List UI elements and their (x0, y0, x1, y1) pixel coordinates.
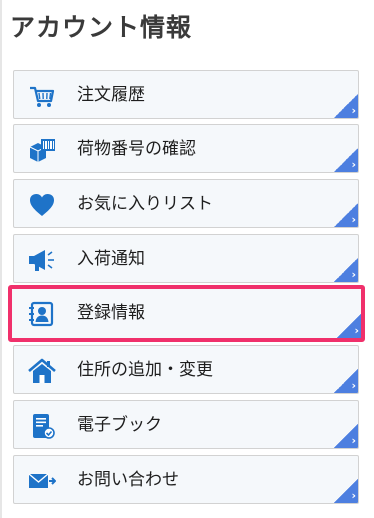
menu-item-stock-notification[interactable]: 入荷通知 › (13, 234, 359, 283)
heart-icon (30, 194, 54, 216)
menu-item-label: お問い合わせ (77, 470, 179, 490)
menu-item-favorites[interactable]: お気に入りリスト › (13, 179, 359, 228)
corner-arrow-badge: › (337, 314, 361, 338)
menu-item-ebook[interactable]: 電子ブック › (13, 400, 359, 449)
menu-item-label: お気に入りリスト (77, 194, 213, 214)
chevron-right-icon: › (351, 104, 356, 117)
contact-card-icon (29, 301, 54, 327)
corner-arrow-badge: › (334, 369, 358, 393)
account-menu: 注文履歴 › 荷物番号の確認 › お気に入りリスト › 入荷通知 › 登録情報 … (0, 0, 374, 518)
menu-item-registration-info[interactable]: 登録情報 › (8, 285, 365, 342)
chevron-right-icon: › (351, 158, 356, 171)
house-icon (28, 358, 56, 383)
megaphone-icon (29, 250, 54, 271)
chevron-right-icon: › (351, 489, 356, 502)
shopping-cart-icon (30, 86, 55, 107)
chevron-right-icon: › (351, 213, 356, 226)
corner-arrow-badge: › (334, 148, 358, 172)
corner-arrow-badge: › (334, 94, 358, 118)
corner-arrow-badge: › (334, 203, 358, 227)
chevron-right-icon: › (351, 268, 356, 281)
menu-item-label: 入荷通知 (77, 249, 145, 269)
mail-send-icon (28, 473, 56, 488)
menu-item-label: 注文履歴 (77, 85, 145, 105)
menu-item-label: 登録情報 (77, 303, 145, 323)
corner-arrow-badge: › (334, 258, 358, 282)
menu-item-order-history[interactable]: 注文履歴 › (13, 70, 359, 119)
chevron-right-icon: › (351, 434, 356, 447)
ebook-icon (33, 414, 55, 439)
corner-arrow-badge: › (334, 479, 358, 503)
menu-item-package-number[interactable]: 荷物番号の確認 › (13, 124, 359, 173)
menu-item-label: 住所の追加・変更 (77, 360, 213, 380)
menu-item-label: 荷物番号の確認 (77, 139, 196, 159)
chevron-right-icon: › (351, 379, 356, 392)
menu-item-label: 電子ブック (77, 415, 162, 435)
chevron-right-icon: › (354, 324, 359, 337)
package-barcode-icon (29, 139, 55, 162)
menu-item-contact[interactable]: お問い合わせ › (13, 455, 359, 504)
corner-arrow-badge: › (334, 424, 358, 448)
menu-item-address[interactable]: 住所の追加・変更 › (13, 345, 359, 394)
